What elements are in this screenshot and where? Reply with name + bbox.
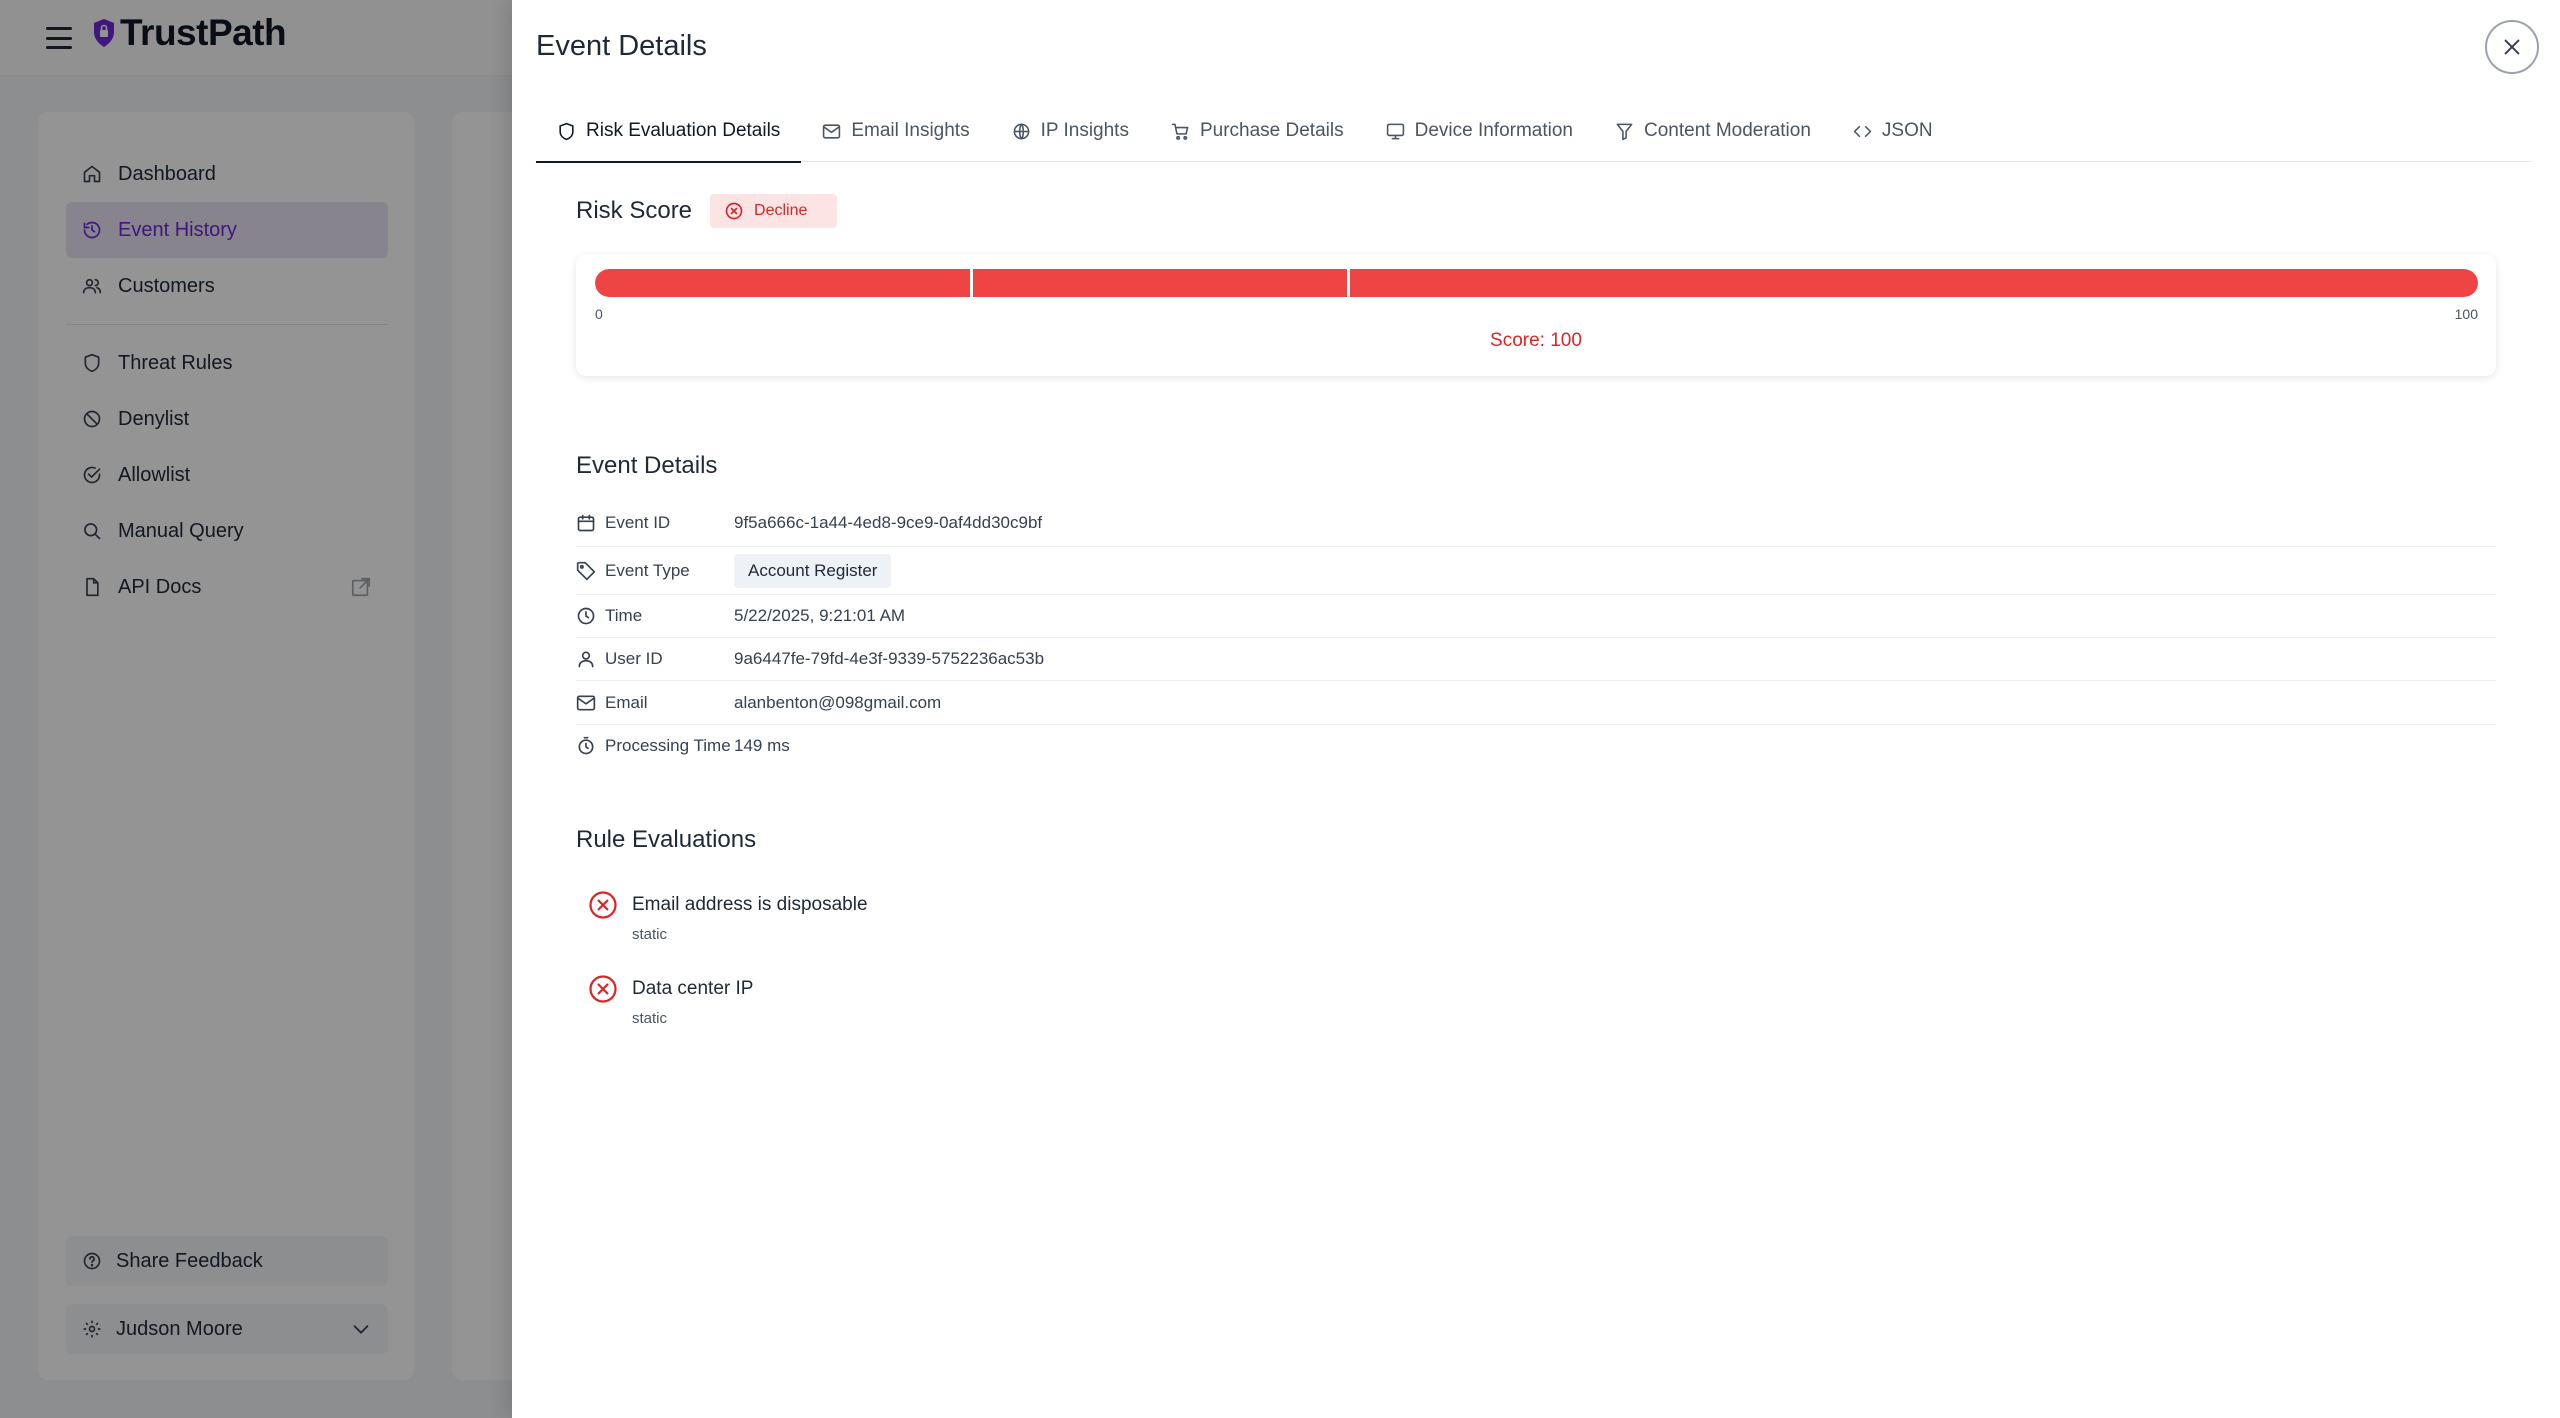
tab-purchase-details[interactable]: Purchase Details: [1150, 100, 1365, 162]
user-id-value: 9a6447fe-79fd-4e3f-9339-5752236ac53b: [734, 649, 1045, 668]
detail-row-processing-time: Processing Time 149 ms: [576, 725, 2496, 767]
globe-icon: [1013, 122, 1030, 140]
detail-label-text: Event ID: [605, 513, 671, 532]
tab-email-insights[interactable]: Email Insights: [801, 100, 990, 162]
risk-score-value: Score: 100: [1490, 330, 1582, 351]
risk-score-title: Risk Score: [576, 197, 693, 224]
rule-type: static: [632, 926, 668, 943]
risk-threshold-marker: [970, 269, 973, 297]
tab-risk-evaluation-details[interactable]: Risk Evaluation Details: [536, 100, 802, 163]
monitor-icon: [1386, 123, 1404, 139]
detail-label: Event Type: [576, 561, 734, 581]
detail-label: User ID: [576, 649, 734, 669]
event-id-value: 9f5a666c-1a44-4ed8-9ce9-0af4dd30c9bf: [734, 513, 1043, 532]
x-circle-icon: [589, 891, 617, 919]
rule-item: Data center IP static: [576, 964, 2496, 1048]
detail-label: Event ID: [576, 513, 734, 533]
rule-type: static: [632, 1010, 668, 1027]
time-value: 5/22/2025, 9:21:01 AM: [734, 606, 906, 625]
processing-time-value: 149 ms: [734, 736, 790, 755]
detail-label-text: Email: [605, 692, 648, 712]
code-icon: [1853, 125, 1872, 137]
detail-label-text: User ID: [605, 649, 663, 668]
rule-evaluations-title: Rule Evaluations: [576, 826, 757, 853]
event-details-drawer: Event Details Risk Evaluation Details Em…: [512, 0, 2560, 1418]
tab-label: JSON: [1881, 120, 1933, 141]
mail-icon: [823, 123, 841, 139]
x-circle-icon: [589, 975, 617, 1003]
event-details-list: Event ID 9f5a666c-1a44-4ed8-9ce9-0af4dd3…: [576, 500, 2496, 767]
modal-backdrop[interactable]: [0, 0, 512, 1418]
tab-label: Content Moderation: [1644, 120, 1811, 141]
filter-icon: [1616, 123, 1633, 140]
detail-label-text: Time: [605, 606, 643, 625]
risk-score-header: Risk Score Decline: [576, 194, 838, 228]
risk-score-fill: [595, 269, 2478, 297]
tab-content-moderation[interactable]: Content Moderation: [1594, 100, 1832, 162]
shield-icon: [559, 122, 574, 140]
detail-label: Time: [576, 606, 734, 626]
tab-label: Email Insights: [851, 120, 970, 141]
tab-json[interactable]: JSON: [1832, 100, 1954, 162]
detail-row-user-id: User ID 9a6447fe-79fd-4e3f-9339-5752236a…: [576, 638, 2496, 681]
risk-max-label: 100: [2454, 306, 2478, 322]
decision-badge: Decline: [710, 194, 838, 228]
detail-label: Email: [576, 693, 734, 713]
tab-bar: Risk Evaluation Details Email Insights I…: [536, 100, 2532, 163]
event-type-chip: Account Register: [734, 553, 892, 588]
event-details-title: Event Details: [576, 452, 718, 479]
tab-label: Risk Evaluation Details: [586, 120, 781, 141]
email-value: alanbenton@098gmail.com: [734, 692, 942, 712]
tab-label: Device Information: [1414, 120, 1573, 141]
decision-label: Decline: [754, 202, 808, 219]
x-circle-icon: [725, 202, 743, 220]
tab-ip-insights[interactable]: IP Insights: [991, 100, 1150, 162]
close-button[interactable]: [2485, 20, 2539, 74]
detail-row-time: Time 5/22/2025, 9:21:01 AM: [576, 595, 2496, 638]
detail-label-text: Processing Time: [605, 736, 731, 755]
risk-score-card: 0 100 Score: 100: [576, 254, 2496, 376]
risk-min-label: 0: [595, 306, 603, 322]
tag-icon: [576, 561, 596, 580]
rule-name: Data center IP: [632, 978, 754, 999]
detail-row-event-type: Event Type Account Register: [576, 547, 2496, 595]
detail-label: Processing Time: [576, 736, 734, 756]
rule-name: Email address is disposable: [632, 894, 868, 915]
detail-row-email: Email alanbenton@098gmail.com: [576, 681, 2496, 725]
user-icon: [578, 651, 594, 668]
tab-device-information[interactable]: Device Information: [1365, 100, 1594, 162]
rule-item: Email address is disposable static: [576, 880, 2496, 964]
risk-score-bar: [595, 269, 2478, 297]
timer-icon: [578, 736, 594, 755]
cart-icon: [1171, 123, 1189, 140]
tab-label: Purchase Details: [1199, 120, 1344, 141]
calendar-icon: [577, 514, 595, 532]
risk-threshold-marker: [1347, 269, 1350, 297]
tab-label: IP Insights: [1040, 120, 1129, 141]
detail-label-text: Event Type: [605, 560, 690, 580]
mail-icon: [576, 695, 596, 710]
detail-row-event-id: Event ID 9f5a666c-1a44-4ed8-9ce9-0af4dd3…: [576, 500, 2496, 547]
clock-icon: [577, 607, 595, 625]
close-icon: [2504, 39, 2520, 55]
drawer-title: Event Details: [536, 30, 707, 62]
rule-evaluations-list: Email address is disposable static Data …: [576, 880, 2496, 1048]
